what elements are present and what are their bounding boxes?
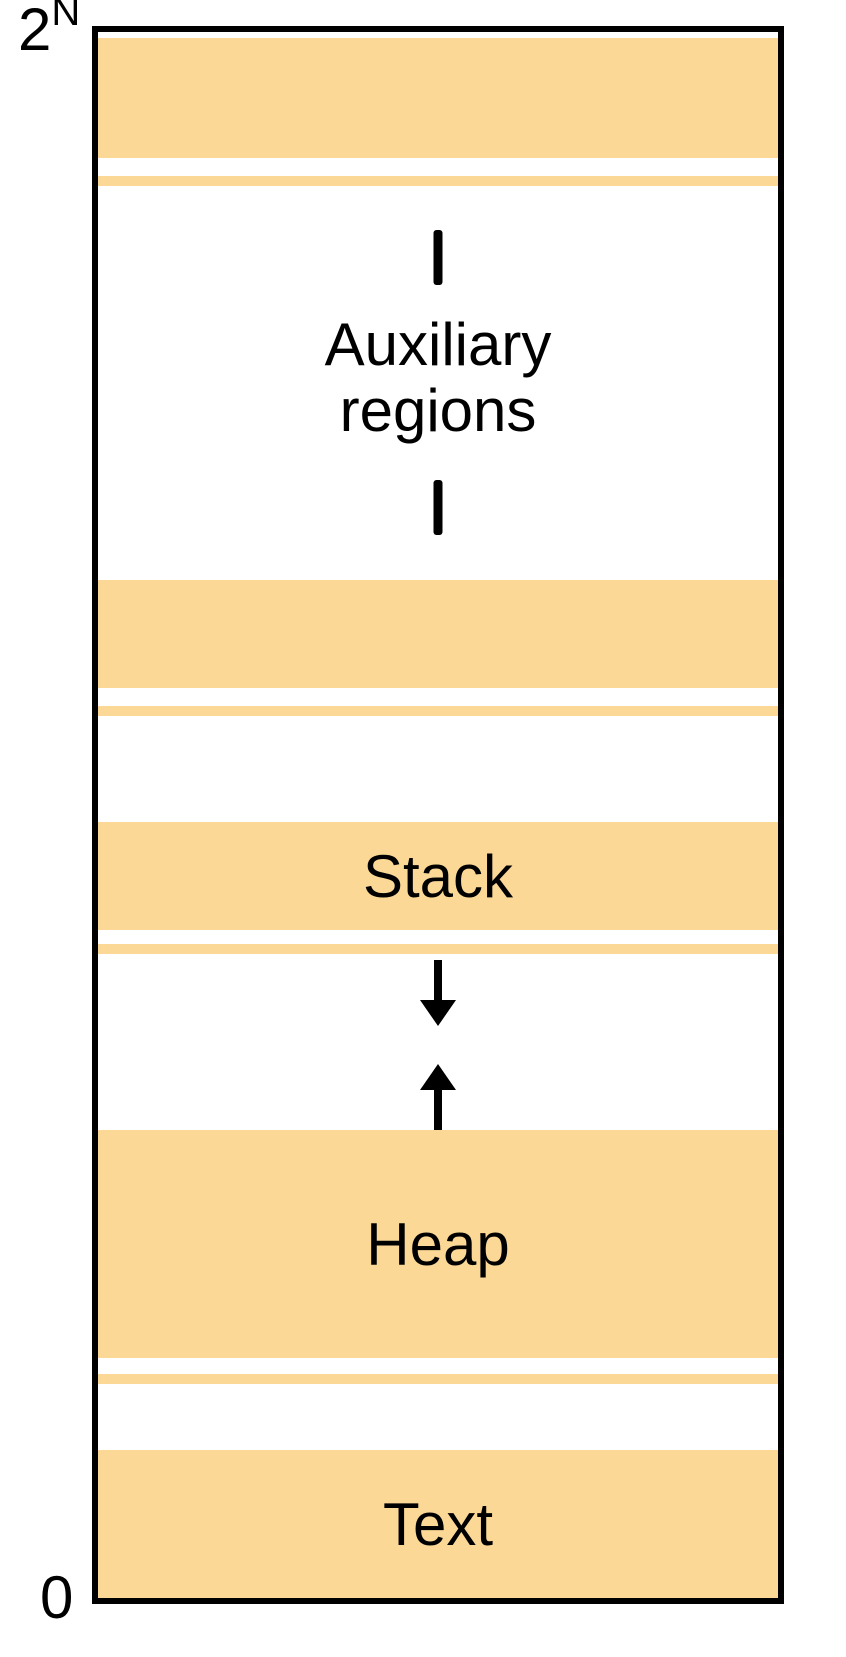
axis-top-label: 2N bbox=[18, 0, 80, 64]
tick-icon bbox=[434, 230, 443, 285]
stack-label: Stack bbox=[98, 844, 778, 910]
auxiliary-regions-label: Auxiliary regions bbox=[98, 312, 778, 444]
axis-bottom-label: 0 bbox=[40, 1563, 73, 1632]
heap-label: Heap bbox=[98, 1212, 778, 1278]
aux-band-top-thin bbox=[98, 176, 778, 186]
heap-thin bbox=[98, 1374, 778, 1384]
aux-band-top bbox=[98, 38, 778, 158]
arrow-down-icon bbox=[420, 960, 456, 1026]
tick-icon bbox=[434, 480, 443, 535]
memory-layout-diagram: 2N 0 Auxiliary regions Stack bbox=[0, 0, 846, 1657]
aux-band-2-thin bbox=[98, 706, 778, 716]
text-label: Text bbox=[98, 1492, 778, 1558]
address-space-box: Auxiliary regions Stack Heap Text bbox=[92, 26, 784, 1604]
stack-thin bbox=[98, 944, 778, 954]
aux-band-2 bbox=[98, 580, 778, 688]
arrow-up-icon bbox=[420, 1064, 456, 1130]
